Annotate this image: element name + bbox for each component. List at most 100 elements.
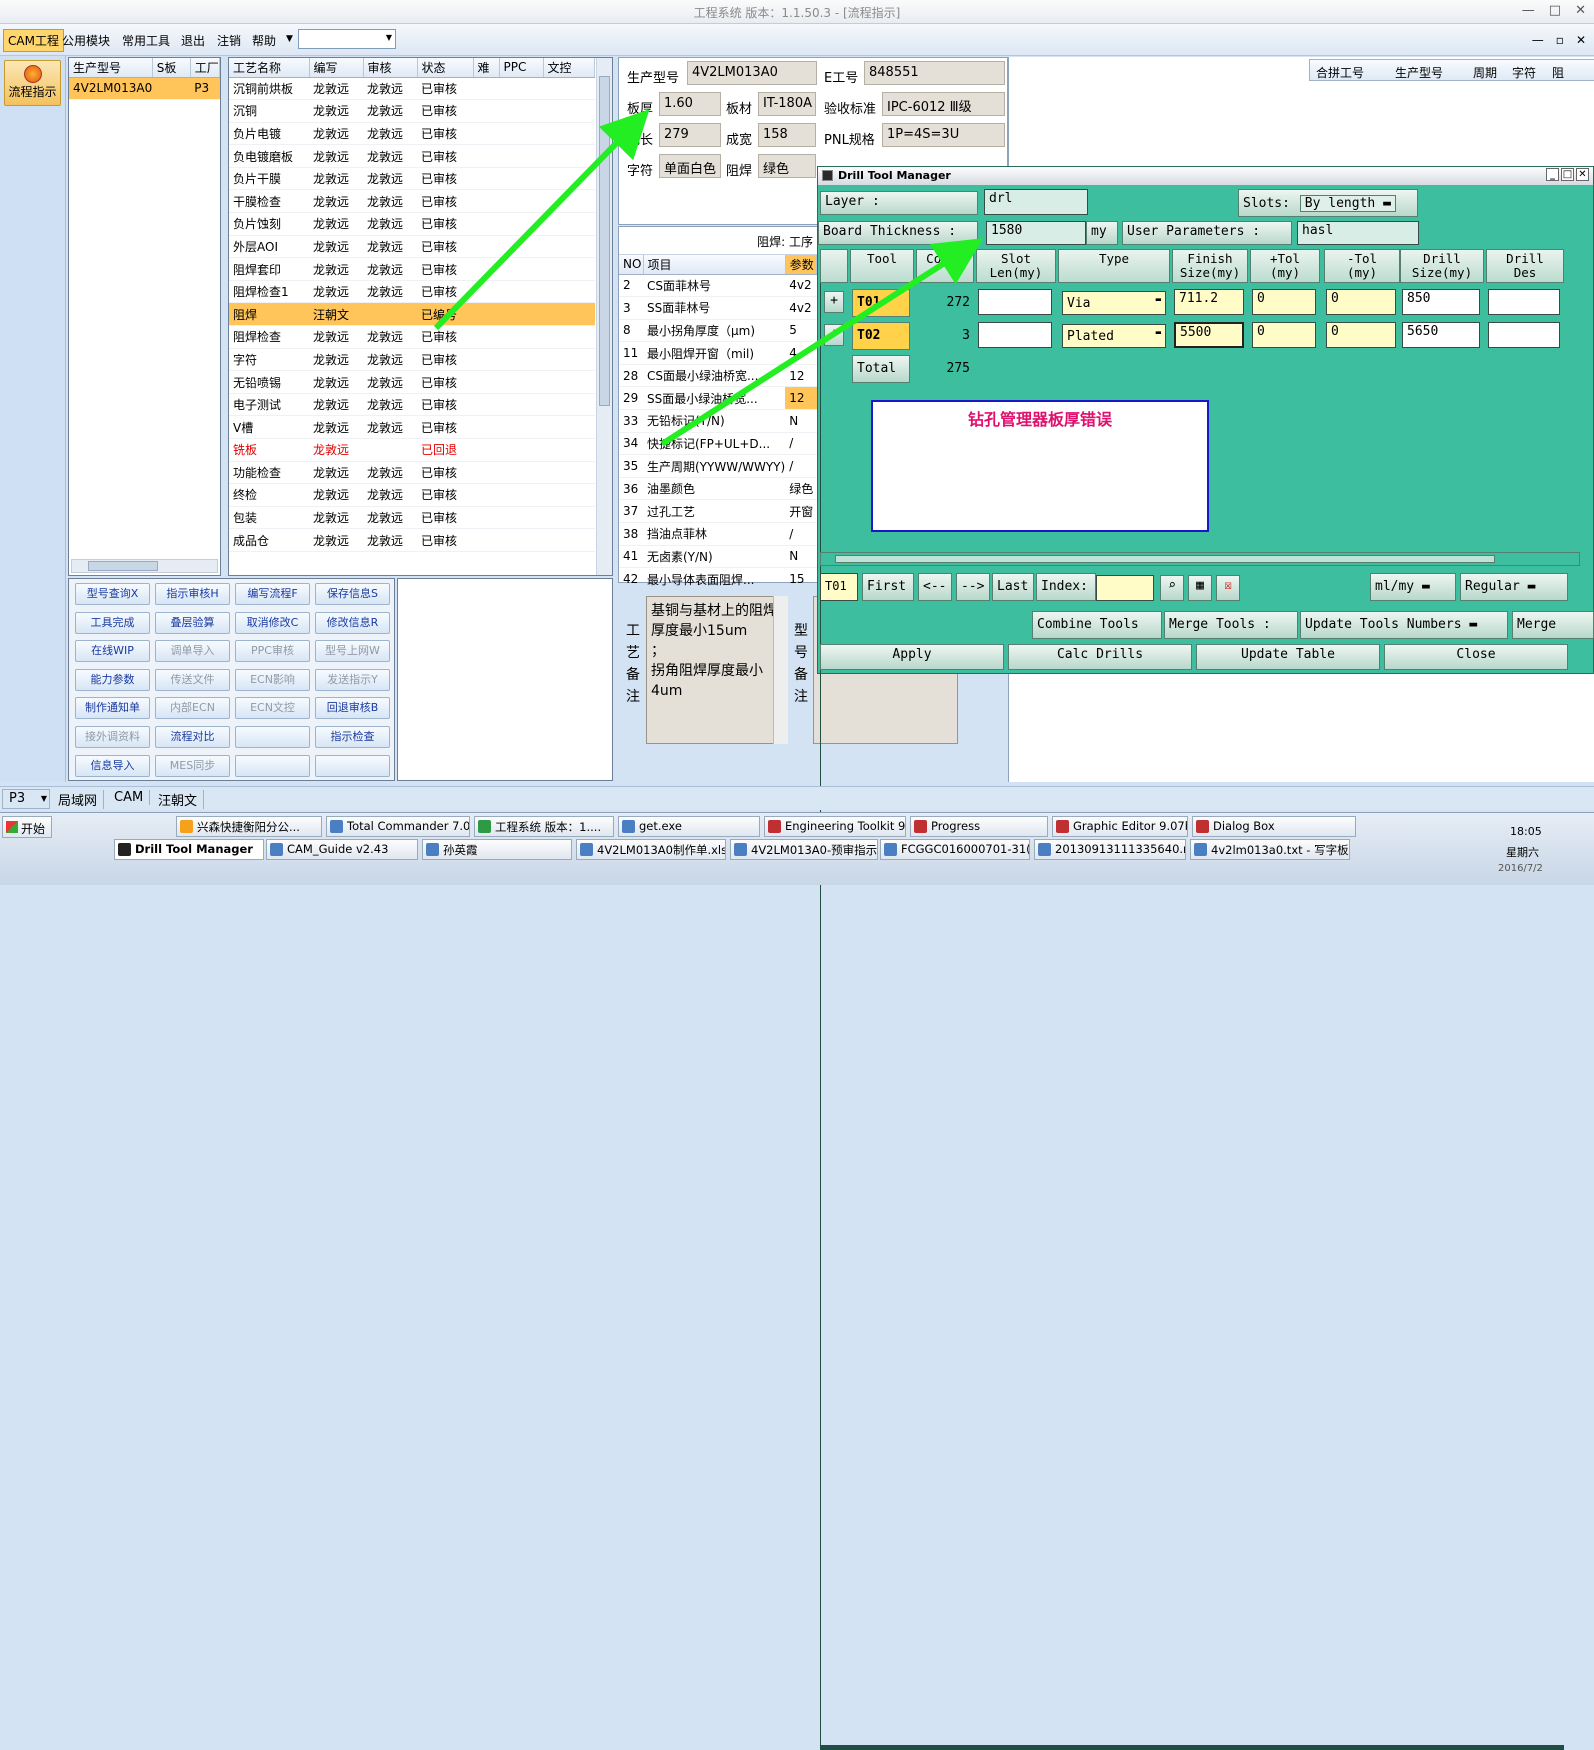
table-row[interactable]: 2 CS面菲林号 4v2 [619, 274, 817, 298]
dtm-hscrollbar[interactable] [820, 552, 1580, 566]
table-row[interactable]: 37 过孔工艺 开窗 [619, 499, 817, 524]
factory-combo[interactable]: P3 ▼ [2, 789, 50, 809]
action-button[interactable] [315, 754, 390, 777]
board-thickness-field[interactable]: 1580 [986, 221, 1086, 245]
delete-icon[interactable]: ☒ [1216, 575, 1240, 601]
table-row[interactable]: 4V2LM013A0 P3 [69, 77, 220, 101]
action-button[interactable]: 流程对比 [155, 726, 230, 748]
search-icon[interactable]: ⌕ [1160, 575, 1184, 601]
table-row[interactable]: 干膜检查 龙敦远 龙敦远 已审核 [229, 189, 595, 214]
table-row[interactable]: 负片蚀刻 龙敦远 龙敦远 已审核 [229, 212, 595, 236]
minus-tol-input[interactable]: 0 [1326, 322, 1396, 348]
table-row[interactable]: 成品仓 龙敦远 龙敦远 已审核 [229, 528, 595, 552]
tool-type-dropdown[interactable]: Plated ▬ [1062, 324, 1166, 348]
plus-tol-input[interactable]: 0 [1252, 322, 1316, 348]
update-tools-numbers-dropdown[interactable]: Update Tools Numbers ▬ [1300, 611, 1508, 639]
action-button[interactable]: 在线WIP [75, 640, 150, 663]
drill-size-input[interactable]: 850 [1402, 289, 1480, 315]
maximize-button[interactable]: □ [1549, 3, 1561, 18]
drill-des-input[interactable] [1488, 322, 1560, 348]
table-row[interactable]: 负片电镀 龙敦远 龙敦远 已审核 [229, 122, 595, 146]
mdi-close-button[interactable]: ✕ [1576, 33, 1586, 47]
table-row[interactable]: 功能检查 龙敦远 龙敦远 已审核 [229, 461, 595, 485]
process-vscrollbar[interactable] [596, 58, 612, 575]
flow-indicator-button[interactable]: 流程指示 [4, 60, 61, 106]
taskbar-item[interactable]: Engineering Toolkit 9.... [764, 816, 906, 837]
table-row[interactable]: 41 无卤素(Y/N) N [619, 545, 817, 569]
table-row[interactable]: 29 SS面最小绿油桥宽... 12 [619, 386, 817, 411]
table-row[interactable]: 8 最小拐角厚度（μm) 5 [619, 319, 817, 343]
scroll-thumb[interactable] [599, 76, 610, 406]
dtm-maximize-button[interactable]: □ [1561, 168, 1574, 181]
table-row[interactable]: 36 油墨颜色 绿色 [619, 477, 817, 501]
menu-public-module[interactable]: 公用模块 [62, 32, 110, 49]
table-row[interactable]: 外层AOI 龙敦远 龙敦远 已审核 [229, 235, 595, 259]
user-parameters-field[interactable]: hasl [1297, 221, 1419, 245]
table-row[interactable]: 包装 龙敦远 龙敦远 已审核 [229, 506, 595, 530]
slot-len-input[interactable] [978, 322, 1052, 348]
table-row[interactable]: 负片干膜 龙敦远 龙敦远 已审核 [229, 167, 595, 191]
action-button[interactable]: 发送指示Y [315, 668, 390, 691]
table-row[interactable]: 阻焊检查 龙敦远 龙敦远 已审核 [229, 325, 595, 349]
action-button[interactable]: 指示检查 [315, 726, 390, 748]
table-row[interactable]: 阻焊套印 龙敦远 龙敦远 已审核 [229, 257, 595, 281]
taskbar-item[interactable]: 兴森快捷衡阳分公... [176, 816, 322, 837]
scroll-thumb[interactable] [835, 555, 1495, 563]
taskbar-item[interactable]: CAM_Guide v2.43 [266, 839, 418, 860]
action-button[interactable]: 传送文件 [155, 668, 230, 691]
action-button[interactable]: 取消修改C [235, 611, 310, 634]
taskbar-item[interactable]: Drill Tool Manager [114, 839, 264, 860]
table-row[interactable]: 终检 龙敦远 龙敦远 已审核 [229, 483, 595, 507]
close-button[interactable]: ✕ [1575, 3, 1586, 18]
action-button[interactable]: 型号查询X [75, 583, 150, 605]
menu-logout[interactable]: 注销 [217, 32, 241, 49]
table-row[interactable]: 电子测试 龙敦远 龙敦远 已审核 [229, 393, 595, 417]
dtm-close-button[interactable]: ✕ [1576, 168, 1589, 181]
taskbar-item[interactable]: 4V2LM013A0制作单.xls... [576, 839, 726, 860]
action-button[interactable] [235, 754, 310, 777]
plus-tol-input[interactable]: 0 [1252, 289, 1316, 315]
table-row[interactable]: 28 CS面最小绿油桥宽... 12 [619, 364, 817, 388]
table-row[interactable]: 38 挡油点菲林 / [619, 522, 817, 546]
close-dialog-button[interactable]: Close [1384, 644, 1568, 670]
prev-button[interactable]: <-- [918, 573, 952, 601]
dtm-minimize-button[interactable]: _ [1546, 168, 1559, 181]
action-button[interactable]: 制作通知单 [75, 697, 150, 720]
table-row[interactable]: 沉铜前烘板 龙敦远 龙敦远 已审核 [229, 77, 595, 101]
layer-field[interactable]: drl [984, 189, 1088, 215]
next-button[interactable]: --> [956, 573, 990, 601]
table-row[interactable]: 34 快捷标记(FP+UL+D... / [619, 432, 817, 456]
action-button[interactable]: ECN文控 [235, 697, 310, 720]
combine-tools-button[interactable]: Combine Tools [1032, 611, 1162, 639]
taskbar-item[interactable]: 4V2LM013A0-预审指示... [730, 839, 878, 860]
table-row[interactable]: 无铅喷锡 龙敦远 龙敦远 已审核 [229, 370, 595, 394]
action-button[interactable]: 叠层验算 [155, 611, 230, 634]
menu-exit[interactable]: 退出 [181, 32, 205, 49]
action-button[interactable]: ECN影响 [235, 668, 310, 691]
tool-id[interactable]: T02 [852, 322, 910, 350]
remark-vscrollbar[interactable] [773, 596, 788, 744]
table-row[interactable]: 字符 龙敦远 龙敦远 已审核 [229, 348, 595, 372]
finish-size-input[interactable]: 711.2 [1174, 289, 1244, 315]
table-row[interactable]: 3 SS面菲林号 4v2 [619, 296, 817, 320]
taskbar-item[interactable]: Dialog Box [1192, 816, 1356, 837]
table-row[interactable]: 42 最小导体表面阻焊... 15 [619, 567, 817, 591]
action-button[interactable]: 型号上网W [315, 640, 390, 663]
slot-len-input[interactable] [978, 289, 1052, 315]
jobs-hscrollbar[interactable] [71, 559, 218, 573]
table-row[interactable]: 35 生产周期(YYWW/WWYY) / [619, 454, 817, 478]
table-row[interactable]: 沉铜 龙敦远 龙敦远 已审核 [229, 99, 595, 123]
index-input[interactable] [1096, 575, 1154, 601]
action-button[interactable]: 编写流程F [235, 583, 310, 605]
taskbar-item[interactable]: get.exe [618, 816, 760, 837]
taskbar-item[interactable]: 工程系统 版本：1.... [474, 816, 614, 837]
table-row[interactable]: 33 无铅标记(Y/N) N [619, 409, 817, 433]
drill-size-input[interactable]: 5650 [1402, 322, 1480, 348]
action-button[interactable]: 工具完成 [75, 611, 150, 634]
scroll-thumb[interactable] [88, 561, 158, 571]
action-button[interactable]: 接外调资料 [75, 726, 150, 748]
table-row[interactable]: 阻焊 汪朝文 已编号 [229, 302, 595, 327]
table-row[interactable]: 负电镀磨板 龙敦远 龙敦远 已审核 [229, 144, 595, 168]
mdi-restore-button[interactable]: ▫ [1556, 33, 1564, 47]
action-button[interactable]: 修改信息R [315, 611, 390, 634]
